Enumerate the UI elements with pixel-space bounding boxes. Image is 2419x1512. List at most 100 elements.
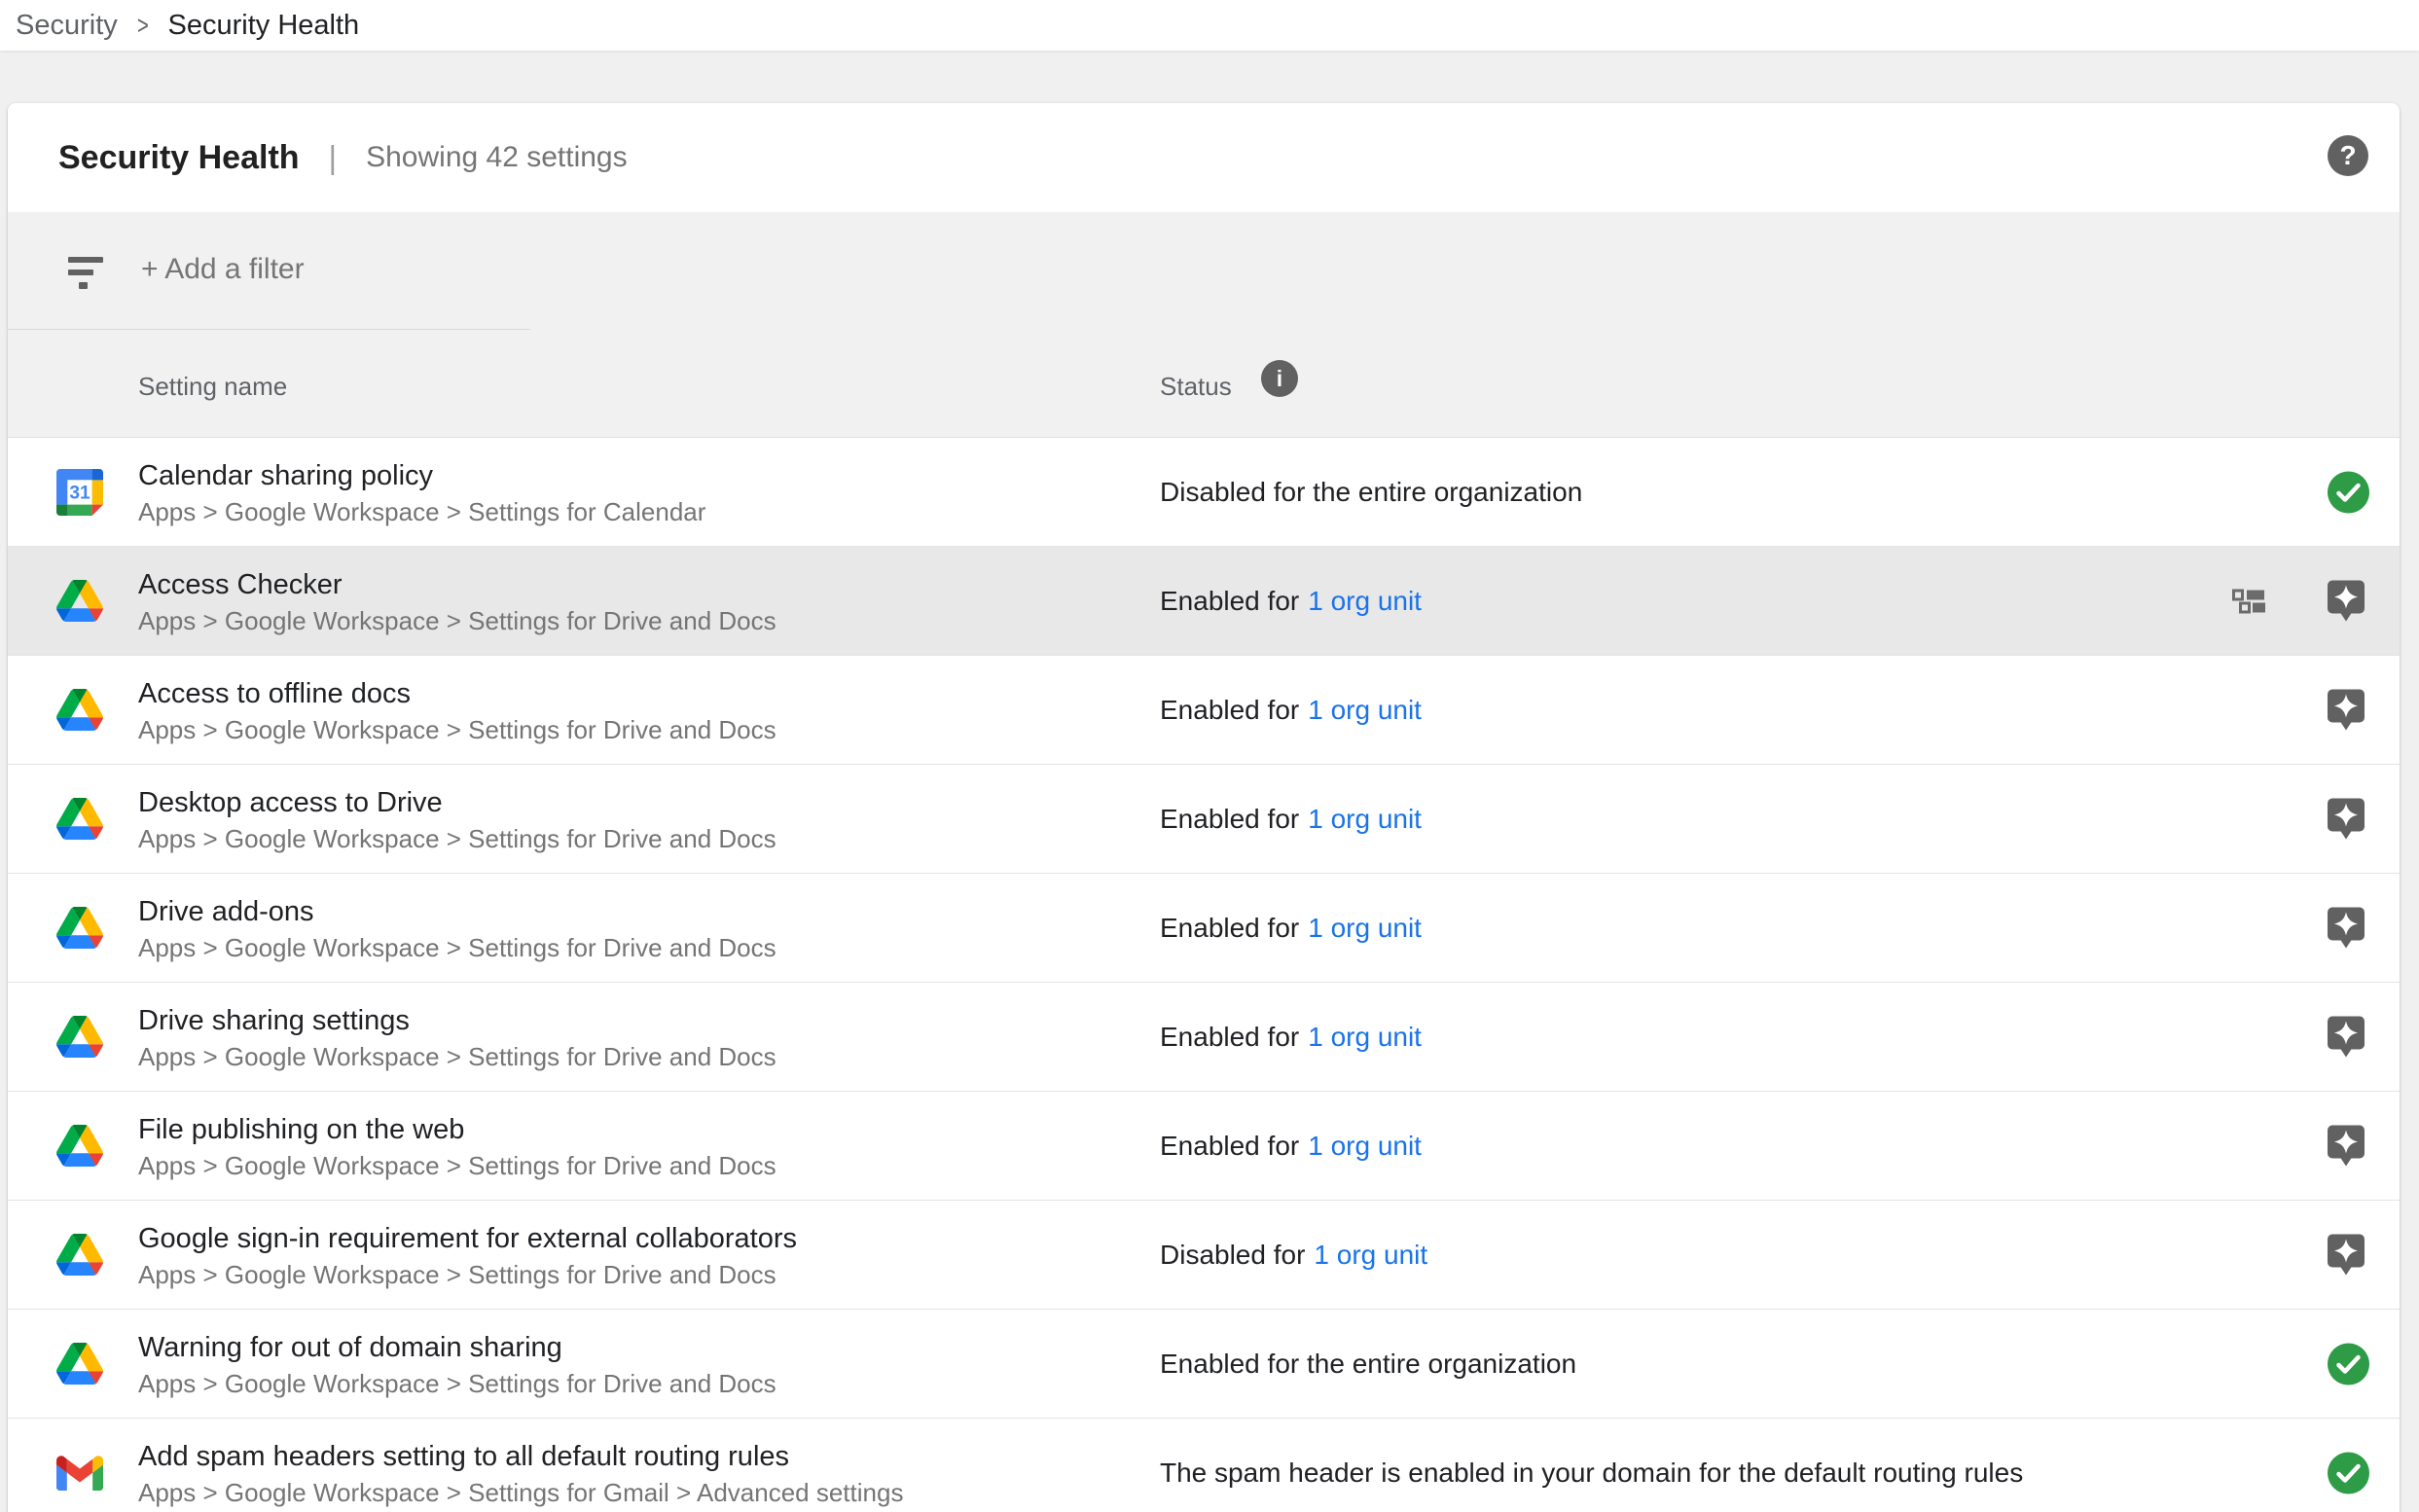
app-icon-slot — [56, 1450, 103, 1496]
app-icon-slot: 31 — [56, 469, 103, 516]
setting-path: Apps > Google Workspace > Settings for C… — [138, 495, 705, 528]
setting-text-block: Warning for out of domain sharing Apps >… — [138, 1328, 776, 1400]
app-icon-slot — [56, 578, 103, 625]
setting-name: Access to offline docs — [138, 674, 776, 713]
setting-row[interactable]: 31 Calendar sharing policy Apps > Google… — [8, 438, 2400, 547]
filter-icon — [68, 257, 105, 295]
app-icon-slot — [56, 687, 103, 734]
setting-row[interactable]: Access to offline docs Apps > Google Wor… — [8, 656, 2400, 765]
status-ok-icon — [2328, 471, 2369, 513]
setting-status: Enabled for 1 org unit — [1160, 656, 1422, 764]
google-drive-icon — [56, 798, 103, 840]
setting-row[interactable]: Google sign-in requirement for external … — [8, 1201, 2400, 1310]
setting-path: Apps > Google Workspace > Settings for D… — [138, 822, 776, 855]
setting-text-block: Access to offline docs Apps > Google Wor… — [138, 674, 776, 746]
help-button[interactable]: ? — [2328, 135, 2368, 176]
breadcrumb-current-page: Security Health — [168, 10, 360, 42]
setting-status: Enabled for the entire organization — [1160, 1310, 1576, 1418]
recommendation-badge-icon[interactable] — [2328, 580, 2365, 622]
setting-name: Access Checker — [138, 565, 776, 604]
org-unit-link[interactable]: 1 org unit — [1308, 804, 1422, 835]
recommendation-badge-icon[interactable] — [2328, 1234, 2365, 1276]
setting-path: Apps > Google Workspace > Settings for D… — [138, 604, 776, 637]
setting-name: Add spam headers setting to all default … — [138, 1437, 903, 1476]
setting-text-block: Access Checker Apps > Google Workspace >… — [138, 565, 776, 637]
app-icon-slot — [56, 905, 103, 952]
status-info-icon[interactable]: i — [1261, 360, 1298, 397]
app-icon-slot — [56, 1123, 103, 1170]
setting-status: Disabled for the entire organization — [1160, 438, 1582, 546]
setting-text-block: Desktop access to Drive Apps > Google Wo… — [138, 783, 776, 855]
setting-name: Drive sharing settings — [138, 1001, 776, 1040]
recommendation-badge-icon[interactable] — [2328, 798, 2365, 840]
setting-status: Enabled for 1 org unit — [1160, 874, 1422, 982]
status-text: Enabled for — [1160, 1131, 1299, 1162]
setting-status: The spam header is enabled in your domai… — [1160, 1419, 2023, 1512]
recommendation-badge-icon[interactable] — [2328, 1125, 2365, 1167]
org-unit-link[interactable]: 1 org unit — [1314, 1240, 1427, 1271]
google-drive-icon — [56, 1125, 103, 1167]
setting-status: Enabled for 1 org unit — [1160, 983, 1422, 1091]
setting-row[interactable]: Access Checker Apps > Google Workspace >… — [8, 547, 2400, 656]
org-unit-link[interactable]: 1 org unit — [1308, 695, 1422, 726]
setting-path: Apps > Google Workspace > Settings for G… — [138, 1476, 903, 1509]
status-text: Disabled for the entire organization — [1160, 477, 1582, 508]
org-units-icon — [2232, 589, 2265, 613]
card-header: Security Health | Showing 42 settings ? — [8, 103, 2400, 212]
setting-text-block: Add spam headers setting to all default … — [138, 1437, 903, 1509]
setting-text-block: Drive add-ons Apps > Google Workspace > … — [138, 892, 776, 964]
recommendation-badge-icon[interactable] — [2328, 689, 2365, 731]
status-text: Enabled for the entire organization — [1160, 1349, 1576, 1380]
setting-row[interactable]: File publishing on the web Apps > Google… — [8, 1092, 2400, 1201]
google-drive-icon — [56, 1016, 103, 1058]
add-filter-button[interactable]: + Add a filter — [141, 253, 305, 286]
setting-path: Apps > Google Workspace > Settings for D… — [138, 1149, 776, 1182]
setting-path: Apps > Google Workspace > Settings for D… — [138, 931, 776, 964]
org-unit-link[interactable]: 1 org unit — [1308, 586, 1422, 617]
org-unit-link[interactable]: 1 org unit — [1308, 1022, 1422, 1053]
setting-row[interactable]: Drive sharing settings Apps > Google Wor… — [8, 983, 2400, 1092]
status-text: Enabled for — [1160, 1022, 1299, 1053]
breadcrumb: Security > Security Health — [0, 0, 2419, 51]
setting-row[interactable]: Add spam headers setting to all default … — [8, 1419, 2400, 1512]
status-text: Enabled for — [1160, 586, 1299, 617]
recommendation-badge-icon[interactable] — [2328, 907, 2365, 949]
gmail-icon — [56, 1455, 103, 1491]
setting-status: Disabled for 1 org unit — [1160, 1201, 1427, 1309]
setting-text-block: Google sign-in requirement for external … — [138, 1219, 797, 1291]
setting-name: Drive add-ons — [138, 892, 776, 931]
google-drive-icon — [56, 689, 103, 731]
google-drive-icon — [56, 907, 103, 949]
setting-row[interactable]: Desktop access to Drive Apps > Google Wo… — [8, 765, 2400, 874]
title-divider: | — [329, 139, 338, 176]
google-drive-icon — [56, 1343, 103, 1385]
settings-card: Security Health | Showing 42 settings ? … — [8, 103, 2400, 1512]
status-ok-icon — [2328, 1452, 2369, 1494]
app-icon-slot — [56, 1341, 103, 1387]
status-text: Enabled for — [1160, 913, 1299, 944]
setting-status: Enabled for 1 org unit — [1160, 765, 1422, 873]
question-mark-icon: ? — [2339, 140, 2356, 171]
setting-name: File publishing on the web — [138, 1110, 776, 1149]
setting-row[interactable]: Drive add-ons Apps > Google Workspace > … — [8, 874, 2400, 983]
setting-text-block: File publishing on the web Apps > Google… — [138, 1110, 776, 1182]
google-calendar-icon: 31 — [56, 469, 103, 516]
org-unit-link[interactable]: 1 org unit — [1308, 913, 1422, 944]
org-unit-link[interactable]: 1 org unit — [1308, 1131, 1422, 1162]
setting-path: Apps > Google Workspace > Settings for D… — [138, 713, 776, 746]
setting-status: Enabled for 1 org unit — [1160, 547, 1422, 655]
setting-path: Apps > Google Workspace > Settings for D… — [138, 1040, 776, 1073]
setting-name: Warning for out of domain sharing — [138, 1328, 776, 1367]
filter-underline — [8, 329, 530, 330]
setting-text-block: Calendar sharing policy Apps > Google Wo… — [138, 456, 705, 528]
setting-row[interactable]: Warning for out of domain sharing Apps >… — [8, 1310, 2400, 1419]
breadcrumb-security-link[interactable]: Security — [16, 10, 118, 42]
google-drive-icon — [56, 1234, 103, 1276]
app-icon-slot — [56, 1014, 103, 1061]
recommendation-badge-icon[interactable] — [2328, 1016, 2365, 1058]
settings-count-label: Showing 42 settings — [366, 141, 628, 174]
setting-name: Google sign-in requirement for external … — [138, 1219, 797, 1258]
table-toolbar-and-header: + Add a filter Setting name Status i — [8, 212, 2400, 438]
status-text: Disabled for — [1160, 1240, 1305, 1271]
svg-text:31: 31 — [69, 483, 90, 503]
